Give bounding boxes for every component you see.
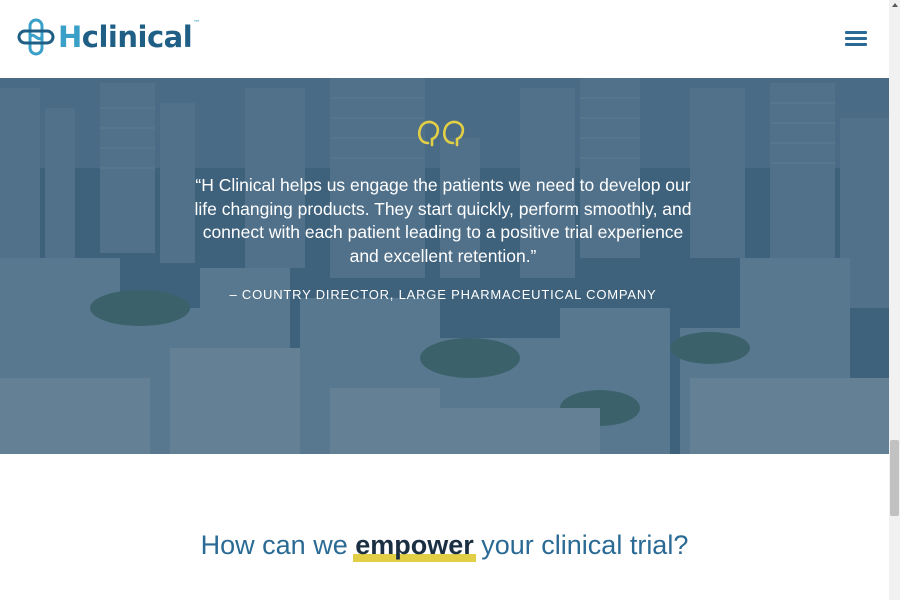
headline-prefix: How can we	[200, 530, 356, 560]
site-header: Hclinical ™	[0, 0, 889, 78]
logo-cross-icon	[17, 18, 55, 56]
logo-trademark: ™	[193, 19, 201, 27]
logo-wordmark: Hclinical	[58, 20, 193, 54]
testimonial-section: “H Clinical helps us engage the patients…	[0, 78, 889, 454]
testimonial-quote: “H Clinical helps us engage the patients…	[194, 175, 692, 266]
double-quote-icon	[417, 120, 465, 147]
hamburger-menu-icon[interactable]	[845, 31, 867, 47]
testimonial-attribution: – COUNTRY DIRECTOR, LARGE PHARMACEUTICAL…	[229, 287, 657, 302]
section-headline: How can we empower your clinical trial?	[0, 530, 889, 562]
headline-emphasis: empower	[353, 530, 476, 562]
hclinical-logo[interactable]: Hclinical ™	[16, 17, 200, 57]
scrollbar-thumb[interactable]	[890, 440, 899, 516]
headline-suffix: your clinical trial?	[473, 530, 689, 560]
page-scrollbar[interactable]	[889, 0, 900, 600]
scroll-up-arrow-icon[interactable]	[892, 3, 898, 7]
